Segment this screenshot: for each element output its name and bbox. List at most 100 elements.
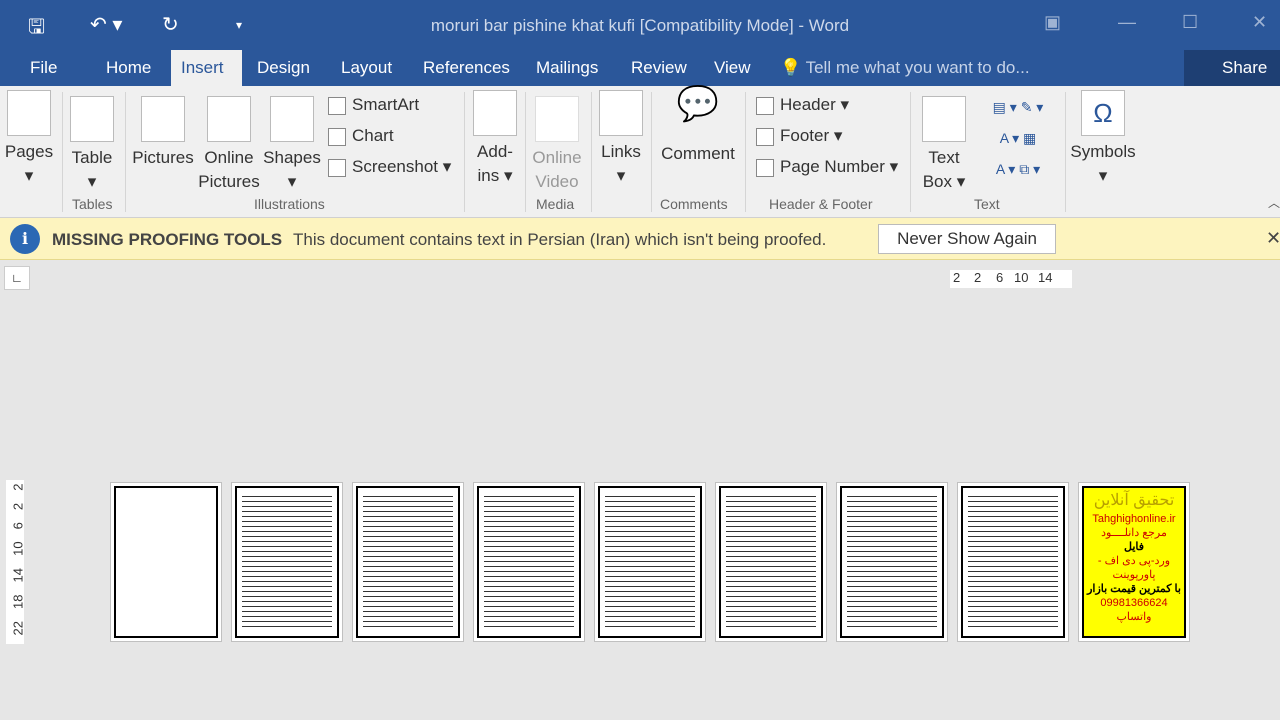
ad-line: Tahghighonline.ir [1092,513,1176,525]
online-video-button[interactable]: Online Video [528,96,586,194]
collapse-ribbon-icon[interactable]: ︿ [1268,194,1280,211]
separator [651,92,652,212]
pictures-button[interactable]: Pictures [130,96,196,170]
separator [525,92,526,212]
page-thumbnail[interactable] [473,482,585,642]
page-number-button[interactable]: Page Number ▾ [754,153,898,181]
page-content [477,486,581,638]
tab-design[interactable]: Design [247,50,320,86]
tell-me-search[interactable]: 💡 Tell me what you want to do... [780,50,1030,86]
text-box-icon [922,96,966,142]
separator [745,92,746,212]
separator [464,92,465,212]
footer-button[interactable]: Footer ▾ [754,122,842,150]
separator [125,92,126,212]
text-small-buttons[interactable]: ▤ ▾ ✎ ▾ A ▾ ▦ A ▾ ⧉ ▾ [978,92,1058,185]
maximize-icon[interactable]: ☐ [1182,12,1198,33]
tab-view[interactable]: View [704,50,761,86]
ruler-tick: 10 [10,541,26,556]
separator [1065,92,1066,212]
page-thumbnail[interactable] [594,482,706,642]
ruler-tick: 6 [996,270,1004,285]
ruler-tick: 2 [10,502,26,511]
table-button[interactable]: Table ▾ [66,96,118,194]
ad-line: با کمترین قیمت بازار [1087,583,1181,595]
page-content [598,486,702,638]
vertical-ruler[interactable]: 22 18 14 10 6 2 2 [6,480,26,644]
page-thumbnail[interactable] [352,482,464,642]
group-label-header-footer: Header & Footer [769,196,873,212]
ruler-tick: 2 [10,483,26,491]
ruler-tick: 14 [10,567,26,583]
ribbon-tabs: File Home Insert Design Layout Reference… [0,50,1280,86]
smartart-button[interactable]: SmartArt [326,91,419,119]
title-bar: 🖫 ↶ ▾ ↻ ▾ moruri bar pishine khat kufi [… [0,0,1280,50]
ruler-tick: 18 [10,594,26,609]
table-icon [70,96,114,142]
ruler-tick: 6 [10,522,26,530]
page-thumbnail[interactable] [110,482,222,642]
lightbulb-icon: 💡 [780,58,802,77]
group-label-media: Media [536,196,575,212]
page-thumbnail[interactable] [957,482,1069,642]
tab-layout[interactable]: Layout [331,50,402,86]
tab-mailings[interactable]: Mailings [526,50,608,86]
group-label-illustrations: Illustrations [254,196,325,212]
page-thumbnail[interactable] [836,482,948,642]
shapes-icon [270,96,314,142]
page-content [840,486,944,638]
tab-file[interactable]: File [20,50,67,86]
online-pictures-button[interactable]: Online Pictures [198,96,260,194]
separator [910,92,911,212]
separator [62,92,63,212]
video-icon [535,96,579,142]
minimize-icon[interactable]: — [1118,12,1136,33]
group-label-text: Text [974,196,1000,212]
pictures-icon [141,96,185,142]
chart-button[interactable]: Chart [326,122,394,150]
page-content [356,486,460,638]
ruler-tick: 14 [1038,270,1053,285]
page-content [719,486,823,638]
page-thumbnail[interactable] [715,482,827,642]
links-button[interactable]: Links ▾ [596,90,646,188]
online-pictures-icon [207,96,251,142]
symbols-button[interactable]: Ω Symbols ▾ [1068,90,1138,188]
page-icon [7,90,51,136]
info-icon: i [10,224,40,254]
pages-button[interactable]: Pages ▾ [4,90,54,188]
ribbon: Pages ▾ Table ▾ Tables Pictures Online Pict… [0,86,1280,218]
page-thumbnail[interactable]: تحقیق آنلاین Tahghighonline.ir مرجع دانلــ… [1078,482,1190,642]
close-infobar-icon[interactable]: ✕ [1266,228,1280,249]
horizontal-ruler[interactable]: 2 2 6 10 14 [950,270,1072,288]
screenshot-button[interactable]: Screenshot ▾ [326,153,451,181]
page-content [235,486,339,638]
missing-proofing-infobar: i MISSING PROOFING TOOLS This document c… [0,218,1280,260]
close-icon[interactable]: ✕ [1252,12,1267,33]
tab-home[interactable]: Home [96,50,161,86]
page-thumbnail[interactable] [231,482,343,642]
ribbon-display-icon[interactable]: ▣ [1044,12,1061,33]
tab-insert[interactable]: Insert [171,50,242,86]
tab-selector[interactable]: ∟ [4,266,30,290]
add-ins-button[interactable]: Add-ins ▾ [468,90,522,188]
ad-line: مرجع دانلــــود [1101,527,1167,539]
tab-review[interactable]: Review [621,50,697,86]
shapes-button[interactable]: Shapes ▾ [262,96,322,194]
never-show-again-button[interactable]: Never Show Again [878,224,1056,254]
store-icon [473,90,517,136]
ruler-tick: 2 [953,270,961,285]
text-box-button[interactable]: Text Box ▾ [916,96,972,194]
comment-button[interactable]: 💬 Comment [654,85,742,166]
header-button[interactable]: Header ▾ [754,91,849,119]
advertisement-image: تحقیق آنلاین Tahghighonline.ir مرجع دانلــ… [1082,486,1186,638]
ad-line: تحقیق آنلاین [1093,492,1175,509]
ad-line: ورد-پی دی اف - پاورپوینت [1097,555,1171,581]
tab-references[interactable]: References [413,50,520,86]
share-button[interactable]: Share [1184,50,1280,86]
comment-icon: 💬 [676,85,720,123]
separator [591,92,592,212]
ad-line: فایل [1123,541,1144,553]
omega-icon: Ω [1081,90,1125,136]
group-label-comments: Comments [660,196,728,212]
